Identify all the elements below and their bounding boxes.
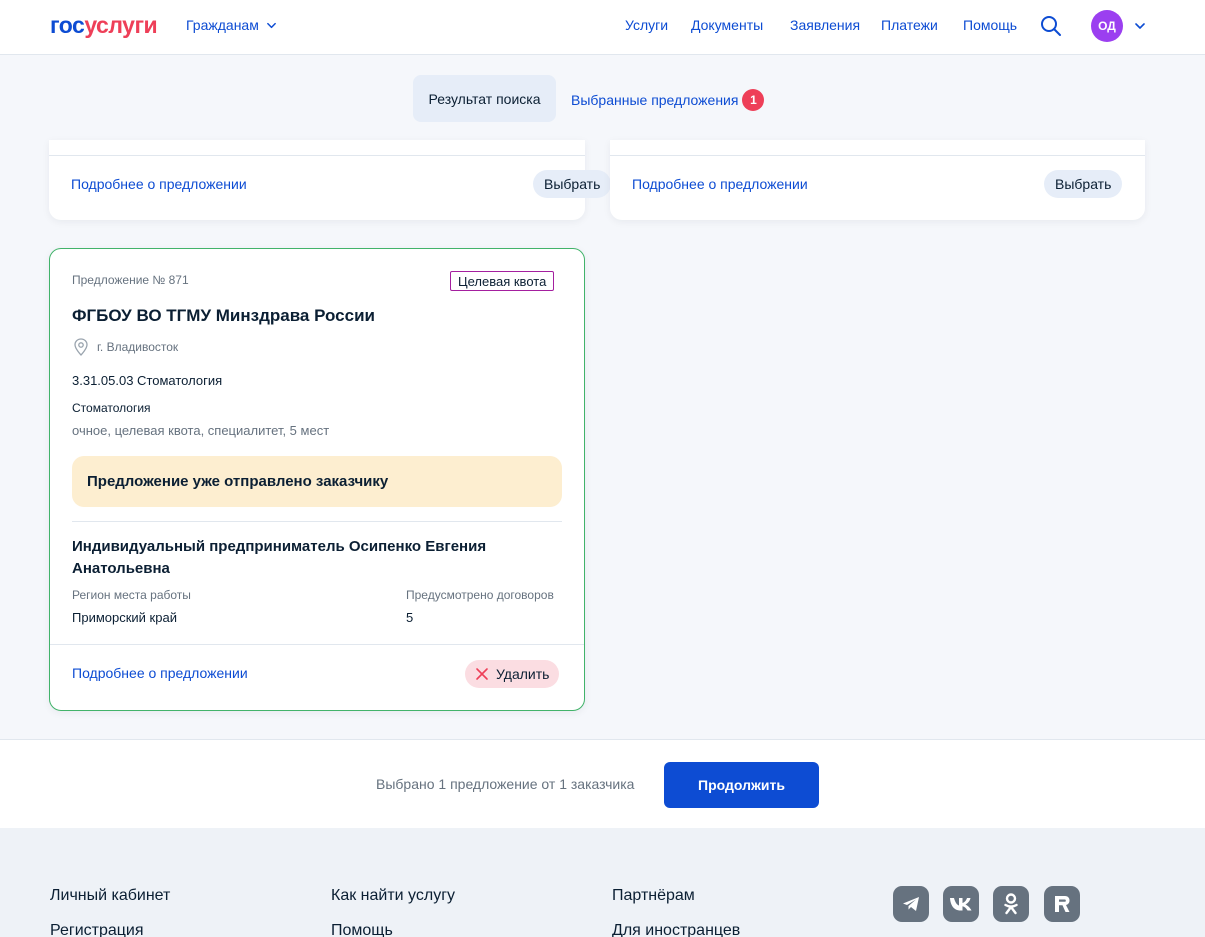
- specialty-name: Стоматология: [72, 401, 151, 415]
- choose-button[interactable]: Выбрать: [533, 170, 612, 198]
- rutube-icon[interactable]: [1044, 886, 1080, 922]
- region-label: Регион места работы: [72, 588, 191, 602]
- audience-label: Гражданам: [186, 17, 259, 33]
- rutube-glyph: [1055, 896, 1070, 912]
- divider: [50, 644, 584, 645]
- location-pin-icon: [74, 338, 88, 356]
- location-text: г. Владивосток: [97, 340, 179, 354]
- ok-glyph: [1004, 893, 1018, 915]
- footer-link-help[interactable]: Помощь: [331, 922, 393, 937]
- offer-card-partial: Подробнее о предложении Выбрать: [610, 140, 1145, 220]
- tab-favorites-label: Выбранные предложения: [571, 92, 739, 108]
- footer-link-foreigners[interactable]: Для иностранцев: [612, 922, 740, 937]
- top-header: госуслуги Гражданам Услуги Документы Зая…: [0, 0, 1205, 55]
- nav-payments[interactable]: Платежи: [881, 17, 938, 33]
- footer-link-registration[interactable]: Регистрация: [50, 922, 144, 937]
- user-avatar[interactable]: ОД: [1091, 10, 1123, 42]
- offer-number: Предложение № 871: [72, 273, 189, 287]
- chevron-down-icon[interactable]: [1134, 20, 1146, 32]
- tab-favorites[interactable]: Выбранные предложения 1: [571, 89, 765, 111]
- specialty-params: очное, целевая квота, специалитет, 5 мес…: [72, 423, 330, 438]
- selection-summary: Выбрано 1 предложение от 1 заказчика: [376, 776, 635, 792]
- divider: [610, 155, 1145, 156]
- specialty-code: 3.31.05.03 Стоматология: [72, 373, 223, 388]
- divider: [49, 155, 585, 156]
- nav-applications[interactable]: Заявления: [790, 17, 860, 33]
- offer-details-link[interactable]: Подробнее о предложении: [632, 176, 808, 192]
- selection-bar: Выбрано 1 предложение от 1 заказчика Про…: [0, 739, 1205, 828]
- logo-part2: услуги: [84, 12, 158, 38]
- logo-part1: гос: [50, 12, 85, 38]
- sent-notice: Предложение уже отправлено заказчику: [72, 456, 562, 507]
- vk-icon[interactable]: [943, 886, 979, 922]
- footer-link-partners[interactable]: Партнёрам: [612, 887, 695, 905]
- vk-glyph: [950, 898, 972, 911]
- gosuslugi-logo[interactable]: госуслуги: [50, 12, 158, 39]
- chevron-down-icon: [266, 22, 276, 28]
- nav-services[interactable]: Услуги: [625, 17, 668, 33]
- footer-link-find-service[interactable]: Как найти услугу: [331, 887, 455, 905]
- region-value: Приморский край: [72, 610, 177, 625]
- odnoklassniki-icon[interactable]: [993, 886, 1029, 922]
- search-icon[interactable]: [1040, 15, 1062, 37]
- offer-card-partial: Подробнее о предложении Выбрать: [49, 140, 612, 220]
- organization-title: ФГБОУ ВО ТГМУ Минздрава России: [72, 306, 375, 325]
- close-icon: [476, 668, 488, 680]
- offer-card-selected: Предложение № 871 Целевая квота ФГБОУ ВО…: [49, 248, 585, 711]
- contracts-label: Предусмотрено договоров: [406, 588, 554, 602]
- quota-tag: Целевая квота: [450, 271, 555, 291]
- offer-details-link[interactable]: Подробнее о предложении: [72, 665, 248, 681]
- footer: Личный кабинет Регистрация Как найти усл…: [0, 828, 1205, 937]
- offer-details-link[interactable]: Подробнее о предложении: [71, 176, 247, 192]
- telegram-glyph: [903, 897, 919, 911]
- delete-button[interactable]: Удалить: [465, 660, 560, 688]
- employer-name: Индивидуальный предприниматель Осипенко …: [72, 538, 487, 577]
- audience-dropdown[interactable]: Гражданам: [186, 17, 277, 33]
- favorites-count-badge: 1: [742, 89, 765, 111]
- delete-label: Удалить: [496, 666, 550, 682]
- nav-help[interactable]: Помощь: [963, 17, 1017, 33]
- continue-button[interactable]: Продолжить: [664, 762, 819, 808]
- choose-button[interactable]: Выбрать: [1044, 170, 1123, 198]
- footer-link-cabinet[interactable]: Личный кабинет: [50, 887, 170, 905]
- nav-documents[interactable]: Документы: [691, 17, 763, 33]
- tab-search-result[interactable]: Результат поиска: [413, 75, 556, 122]
- contracts-value: 5: [406, 610, 414, 625]
- telegram-icon[interactable]: [893, 886, 929, 922]
- divider: [72, 521, 562, 522]
